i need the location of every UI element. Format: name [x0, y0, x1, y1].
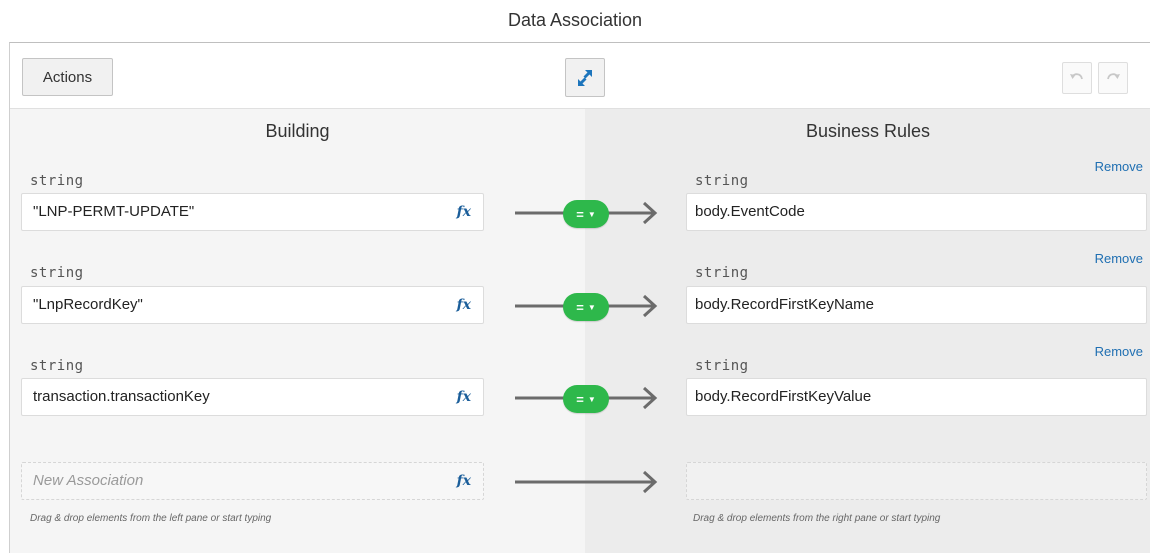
source-pane: Building string "LNP-PERMT-UPDATE" fx st… — [10, 109, 585, 553]
caret-down-icon: ▼ — [587, 302, 596, 312]
source-expression-value: "LNP-PERMT-UPDATE" — [33, 203, 195, 220]
target-pane-title: Business Rules — [805, 121, 931, 141]
source-type-label: string — [30, 173, 84, 189]
source-type-label: string — [30, 265, 84, 281]
target-type-label: string — [695, 358, 749, 374]
redo-icon — [1107, 73, 1120, 80]
source-expression-field[interactable]: "LnpRecordKey" fx — [21, 286, 484, 324]
target-drag-hint: Drag & drop elements from the right pane… — [693, 513, 941, 524]
remove-link[interactable]: Remove — [1095, 344, 1143, 359]
fx-icon[interactable]: fx — [457, 194, 471, 230]
actions-button[interactable]: Actions — [22, 58, 113, 96]
connector-arrow-icon — [515, 470, 658, 494]
target-expression-field[interactable]: body.RecordFirstKeyValue — [686, 378, 1147, 416]
new-association-source-field[interactable]: New Association fx — [21, 462, 484, 500]
operator-dropdown[interactable]: = ▼ — [563, 293, 609, 321]
remove-link[interactable]: Remove — [1095, 159, 1143, 174]
swap-button[interactable] — [565, 58, 605, 97]
target-expression-value: body.EventCode — [695, 203, 805, 220]
target-expression-field[interactable]: body.EventCode — [686, 193, 1147, 231]
source-expression-field[interactable]: "LNP-PERMT-UPDATE" fx — [21, 193, 484, 231]
operator-dropdown[interactable]: = ▼ — [563, 385, 609, 413]
target-type-label: string — [695, 265, 749, 281]
source-type-label: string — [30, 358, 84, 374]
fx-icon[interactable]: fx — [457, 379, 471, 415]
fx-icon[interactable]: fx — [457, 463, 471, 499]
swap-arrows-icon — [578, 69, 592, 86]
operator-label: = — [576, 206, 584, 222]
operator-dropdown[interactable]: = ▼ — [563, 200, 609, 228]
caret-down-icon: ▼ — [587, 209, 596, 219]
operator-label: = — [576, 299, 584, 315]
new-association-placeholder: New Association — [33, 472, 144, 489]
source-pane-title: Building — [265, 121, 330, 141]
new-association-target-field[interactable] — [686, 462, 1147, 500]
source-expression-value: "LnpRecordKey" — [33, 296, 143, 313]
source-drag-hint: Drag & drop elements from the left pane … — [30, 513, 272, 524]
toolbar: Actions — [10, 43, 1150, 109]
undo-button[interactable] — [1062, 62, 1092, 94]
target-expression-value: body.RecordFirstKeyValue — [695, 388, 872, 405]
target-pane: Business Rules Remove string body.EventC… — [585, 109, 1150, 553]
dialog-title: Data Association — [507, 10, 643, 30]
data-association-panel: Actions Building string "LNP-PERMT-UPDAT… — [9, 42, 1150, 553]
remove-link[interactable]: Remove — [1095, 251, 1143, 266]
caret-down-icon: ▼ — [587, 394, 596, 404]
redo-button[interactable] — [1098, 62, 1128, 94]
target-expression-field[interactable]: body.RecordFirstKeyName — [686, 286, 1147, 324]
fx-icon[interactable]: fx — [457, 287, 471, 323]
target-type-label: string — [695, 173, 749, 189]
operator-label: = — [576, 391, 584, 407]
undo-icon — [1070, 73, 1083, 80]
source-expression-field[interactable]: transaction.transactionKey fx — [21, 378, 484, 416]
source-expression-value: transaction.transactionKey — [33, 388, 210, 405]
target-expression-value: body.RecordFirstKeyName — [695, 296, 874, 313]
